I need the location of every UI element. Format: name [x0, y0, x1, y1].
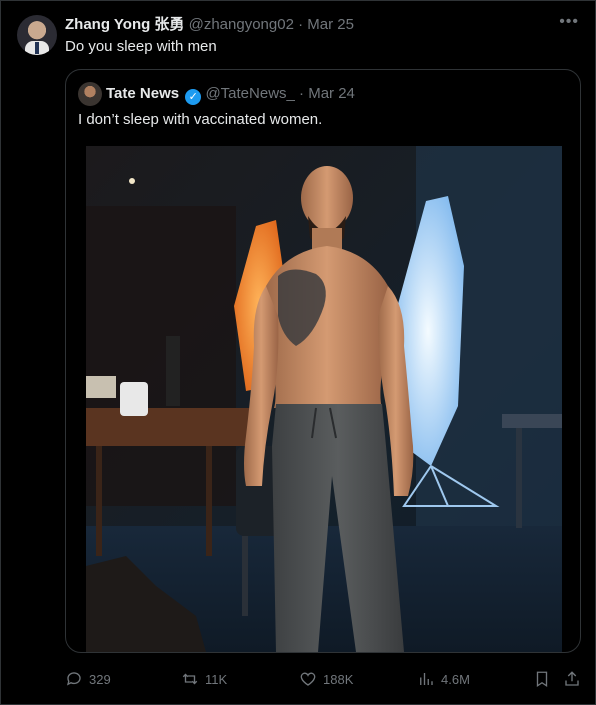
tweet-header: Zhang Yong 张勇 @zhangyong02 · Mar 25: [65, 15, 354, 35]
author-name[interactable]: Zhang Yong 张勇: [65, 16, 184, 33]
bookmark-icon: [536, 671, 548, 688]
quoted-separator: ·: [299, 85, 305, 102]
quoted-header: Tate News ✓ @TateNews_ · Mar 24: [106, 84, 355, 105]
repost-icon: [182, 673, 198, 685]
tweet-card: Zhang Yong 张勇 @zhangyong02 · Mar 25 ••• …: [0, 0, 596, 705]
quoted-author-name[interactable]: Tate News: [106, 85, 179, 102]
quoted-avatar[interactable]: [78, 82, 102, 106]
like-button[interactable]: 188K: [299, 669, 353, 689]
quoted-text: I don’t sleep with vaccinated women.: [78, 111, 323, 128]
more-icon[interactable]: •••: [559, 13, 579, 31]
tweet-date[interactable]: Mar 25: [307, 16, 354, 33]
author-handle[interactable]: @zhangyong02: [189, 16, 294, 33]
share-button[interactable]: [563, 669, 581, 689]
avatar-tie: [35, 42, 39, 54]
header-separator: ·: [298, 16, 304, 33]
author-avatar[interactable]: [17, 15, 57, 55]
views-count: 4.6M: [441, 671, 470, 687]
repost-button[interactable]: 11K: [181, 669, 227, 689]
views-button[interactable]: 4.6M: [417, 669, 470, 689]
quoted-date[interactable]: Mar 24: [308, 85, 355, 102]
like-count: 188K: [323, 671, 354, 687]
verified-icon: ✓: [185, 89, 202, 105]
quoted-author-handle[interactable]: @TateNews_: [205, 85, 294, 102]
repost-count: 11K: [205, 671, 228, 687]
reply-button[interactable]: 329: [65, 669, 111, 689]
bookmark-button[interactable]: [533, 669, 551, 689]
like-icon: [300, 672, 316, 686]
reply-icon: [66, 672, 81, 686]
reply-count: 329: [89, 671, 111, 687]
share-icon: [565, 671, 579, 686]
tweet-actions: 329 11K 188K 4.6M: [65, 669, 585, 689]
quoted-photo[interactable]: [86, 146, 562, 652]
quoted-tweet[interactable]: Tate News ✓ @TateNews_ · Mar 24 I don’t …: [65, 69, 581, 653]
views-icon: [420, 673, 433, 685]
tweet-text: Do you sleep with men: [65, 38, 217, 55]
